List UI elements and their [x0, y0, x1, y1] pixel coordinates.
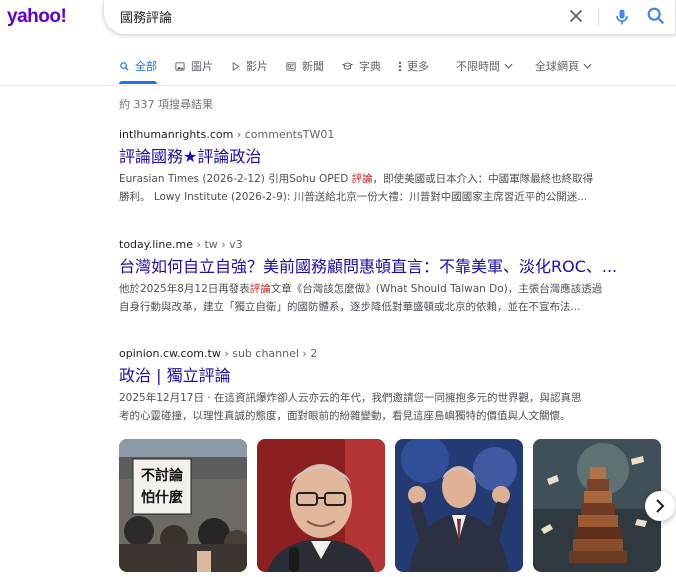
tab-images[interactable]: 圖片 — [174, 57, 213, 75]
snippet-text: Eurasian Times (2026-2-12) 引用Sohu OPED — [119, 173, 352, 185]
tab-label: 全球網頁 — [535, 60, 579, 73]
tabs-divider — [0, 85, 676, 86]
microphone-icon[interactable] — [612, 6, 632, 28]
yahoo-logo[interactable]: yahoo! — [7, 6, 67, 28]
tab-videos[interactable]: 影片 — [230, 57, 268, 75]
result-path: › tw › v3 — [193, 238, 243, 251]
result-url[interactable]: opinion.cw.com.tw › sub channel › 2 — [119, 347, 664, 360]
search-box[interactable]: 國務評論 — [103, 0, 676, 35]
speaker-portrait-photo[interactable] — [257, 439, 385, 572]
close-icon[interactable] — [565, 5, 587, 27]
result-url[interactable]: today.line.me › tw › v3 — [119, 238, 664, 251]
snippet-text: 考的心靈碰撞，以理性真誠的態度，面對眼前的紛雜變動，看見這座島嶼獨特的價值與人文… — [119, 410, 571, 422]
tab-more[interactable]: 更多 — [398, 57, 429, 75]
tab-label: 圖片 — [191, 60, 213, 73]
search-tabs: 全部 圖片 影片 新聞 字典 更多 不限時間 全球網頁 — [119, 57, 614, 84]
tab-label: 不限時間 — [456, 60, 500, 73]
snippet-line: 勝利。 Lowy Institute (2026-2-9): 川普送給北京一份大… — [119, 188, 664, 206]
result-snippet: 2025年12月17日 · 在這資訊爆炸卻人云亦云的年代，我們邀請您一同擁抱多元… — [119, 389, 664, 425]
result-domain: intlhumanrights.com — [119, 128, 234, 141]
tab-news[interactable]: 新聞 — [285, 57, 324, 75]
tab-label: 新聞 — [302, 60, 324, 73]
news-icon — [286, 61, 296, 71]
tab-all[interactable]: 全部 — [119, 57, 157, 84]
search-result: today.line.me › tw › v3 台灣如何自立自強？美前國務顧問惠… — [119, 238, 664, 316]
protest-sign-text: 不討論 — [141, 467, 184, 484]
snippet-line: 考的心靈碰撞，以理性真誠的態度，面對眼前的紛雜變動，看見這座島嶼獨特的價值與人文… — [119, 407, 664, 425]
snippet-text: 自身行動與改革，建立「獨立自衛」的國防體系，逐步降低對華盛頓或北京的依賴，並在不… — [119, 301, 581, 313]
tab-label: 字典 — [359, 60, 381, 73]
result-snippet: Eurasian Times (2026-2-12) 引用Sohu OPED 評… — [119, 170, 664, 206]
tab-dictionary[interactable]: 字典 — [341, 57, 381, 75]
tab-label: 更多 — [407, 60, 429, 73]
chevron-down-icon — [504, 63, 513, 69]
snippet-text: 勝利。 Lowy Institute (2026-2-9): 川普送給北京一份大… — [119, 191, 588, 203]
chevron-down-icon — [583, 63, 592, 69]
snippet-text: ，即使美國或日本介入：中國軍隊最終也終取得 — [372, 173, 594, 185]
image-icon — [175, 61, 185, 71]
search-icon[interactable] — [645, 5, 667, 27]
protest-sign-text: 怕什麼 — [141, 489, 183, 506]
result-snippet: 他於2025年8月12日再發表評論文章《台灣該怎麼做》(What Should … — [119, 280, 664, 316]
play-icon — [232, 61, 240, 71]
protest-photo[interactable]: 不討論 怕什麼 — [119, 439, 247, 572]
search-input[interactable]: 國務評論 — [120, 7, 172, 26]
snippet-text: 他於2025年8月12日再發表 — [119, 283, 250, 295]
tab-time-filter[interactable]: 不限時間 — [456, 57, 518, 75]
search-result: intlhumanrights.com › commentsTW01 評論國務★… — [119, 128, 664, 206]
snippet-text: 文章《台灣該怎麼做》(What Should Taiwan Do)，主張台灣應該… — [270, 283, 603, 295]
search-icon — [120, 61, 129, 71]
dictionary-icon — [341, 61, 354, 70]
result-title-link[interactable]: 台灣如何自立自強？美前國務顧問惠頓直言：不靠美軍、淡化ROC、... — [119, 257, 664, 277]
tab-label: 全部 — [135, 60, 157, 73]
image-carousel: 不討論 怕什麼 — [119, 439, 676, 572]
snippet-line: 2025年12月17日 · 在這資訊爆炸卻人云亦云的年代，我們邀請您一同擁抱多元… — [119, 389, 664, 407]
search-box-divider — [598, 8, 599, 26]
search-result: opinion.cw.com.tw › sub channel › 2 政治 |… — [119, 347, 664, 425]
snippet-line: 他於2025年8月12日再發表評論文章《台灣該怎麼做》(What Should … — [119, 280, 664, 298]
result-url[interactable]: intlhumanrights.com › commentsTW01 — [119, 128, 664, 141]
chevron-right-icon — [656, 499, 665, 513]
snippet-text: 2025年12月17日 · 在這資訊爆炸卻人云亦云的年代，我們邀請您一同擁抱多元… — [119, 392, 582, 404]
result-domain: opinion.cw.com.tw — [119, 347, 221, 360]
result-stats: 約 337 項搜尋結果 — [119, 98, 213, 111]
result-path: › sub channel › 2 — [220, 347, 318, 360]
result-domain: today.line.me — [119, 238, 194, 251]
snippet-line: Eurasian Times (2026-2-12) 引用Sohu OPED 評… — [119, 170, 664, 188]
snippet-highlight: 評論 — [249, 283, 271, 295]
carousel-next-button[interactable] — [645, 491, 675, 521]
speaker-gesture-photo[interactable] — [395, 439, 523, 572]
result-title-link[interactable]: 評論國務★評論政治 — [119, 147, 664, 167]
snippet-highlight: 評論 — [351, 173, 373, 185]
tab-region-filter[interactable]: 全球網頁 — [535, 57, 597, 75]
result-title-link[interactable]: 政治 | 獨立評論 — [119, 366, 664, 386]
tab-label: 影片 — [246, 60, 268, 73]
books-illustration[interactable] — [533, 439, 661, 572]
snippet-line: 自身行動與改革，建立「獨立自衛」的國防體系，逐步降低對華盛頓或北京的依賴，並在不… — [119, 298, 664, 316]
result-path: › commentsTW01 — [233, 128, 335, 141]
more-vert-icon — [398, 61, 402, 71]
